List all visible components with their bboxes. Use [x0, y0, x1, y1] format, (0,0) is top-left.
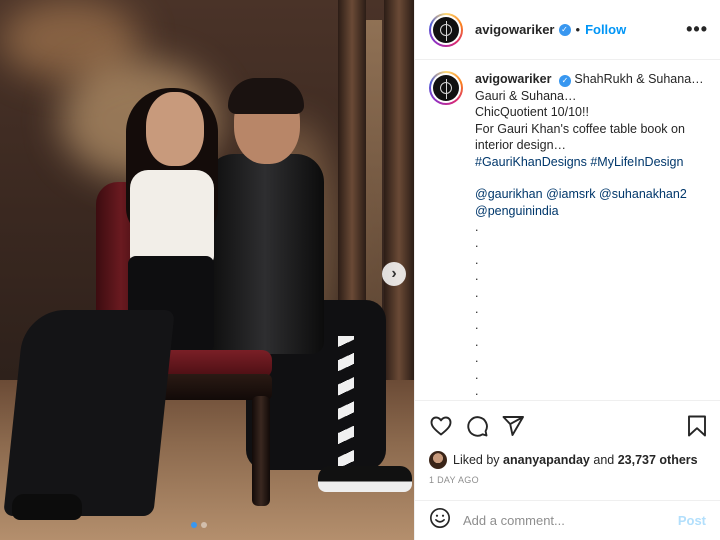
post-comment-button[interactable]: Post [678, 513, 706, 528]
caption-dot: . [475, 269, 479, 284]
caption-username[interactable]: avigowariker [475, 72, 551, 86]
liker-avatar[interactable] [429, 451, 447, 469]
post-actions: Liked by ananyapanday and 23,737 others … [415, 400, 720, 485]
caption-text: avigowariker ✓ ShahRukh & Suhana… Gauri … [475, 71, 708, 399]
more-options-icon[interactable]: ••• [686, 19, 708, 40]
post-timestamp[interactable]: 1 DAY AGO [429, 475, 708, 485]
caption-line: interior design… [475, 138, 567, 152]
caption-dot: . [475, 383, 479, 398]
smiley-icon[interactable] [429, 507, 451, 534]
verified-badge-icon: ✓ [558, 23, 571, 36]
next-slide-button[interactable]: › [382, 262, 406, 286]
carousel-indicator [191, 522, 207, 528]
caption-dot: . [475, 334, 479, 349]
carousel-dot [201, 522, 207, 528]
heart-icon[interactable] [429, 414, 453, 438]
profile-logo-icon [433, 75, 459, 101]
likes-summary: Liked by ananyapanday and 23,737 others [429, 451, 708, 469]
woman-white-top [130, 170, 214, 266]
header-separator: • [575, 22, 581, 37]
caption-line: Gauri & Suhana… [475, 88, 577, 103]
comment-bar: Post [415, 500, 720, 540]
post-header: avigowariker ✓ • Follow ••• [415, 0, 720, 60]
caption-mentions[interactable]: @gaurikhan @iamsrk @suhanakhan2 [475, 186, 708, 203]
caption-mentions[interactable]: @penguinindia [475, 203, 708, 220]
heel [12, 494, 82, 520]
caption-dot: . [475, 367, 479, 382]
caption-dot: . [475, 236, 479, 251]
caption-dot: . [475, 351, 479, 366]
man-hair [228, 78, 304, 114]
likes-prefix: Liked by [453, 453, 500, 467]
caption-dot: . [475, 220, 479, 234]
post-side-panel: avigowariker ✓ • Follow ••• avigowariker… [414, 0, 720, 540]
post-image[interactable]: › [0, 0, 414, 540]
caption-hashtags[interactable]: #GauriKhanDesigns #MyLifeInDesign [475, 154, 708, 171]
verified-badge-icon: ✓ [558, 75, 571, 87]
caption-line: ShahRukh & Suhana… [574, 72, 704, 86]
chair-leg [252, 396, 270, 506]
caption-dot: . [475, 301, 479, 316]
carousel-dot-active [191, 522, 197, 528]
share-icon[interactable] [501, 414, 525, 438]
caption-line: ChicQuotient 10/10!! [475, 105, 589, 119]
caption-avatar[interactable] [429, 71, 463, 105]
profile-logo-icon [433, 16, 459, 43]
caption-dot: . [475, 285, 479, 300]
sneaker [318, 466, 412, 492]
author-username[interactable]: avigowariker [475, 22, 555, 37]
caption-line: For Gauri Khan's coffee table book on [475, 121, 685, 136]
bookmark-icon[interactable] [686, 414, 708, 438]
avatar[interactable] [429, 12, 463, 47]
likes-count[interactable]: 23,737 others [618, 453, 698, 467]
likes-middle: and [593, 453, 615, 467]
woman-face [146, 92, 204, 166]
caption-dot: . [475, 318, 479, 333]
trouser-stripe [338, 336, 354, 466]
follow-button[interactable]: Follow [585, 22, 626, 37]
comment-icon[interactable] [465, 414, 489, 438]
liker-username[interactable]: ananyapanday [503, 453, 590, 467]
caption-area: avigowariker ✓ ShahRukh & Suhana… Gauri … [415, 61, 720, 399]
man-leather-jacket [206, 154, 324, 354]
comment-input[interactable] [463, 513, 678, 528]
woman-trousers [3, 310, 175, 516]
caption-dot: . [475, 252, 479, 267]
